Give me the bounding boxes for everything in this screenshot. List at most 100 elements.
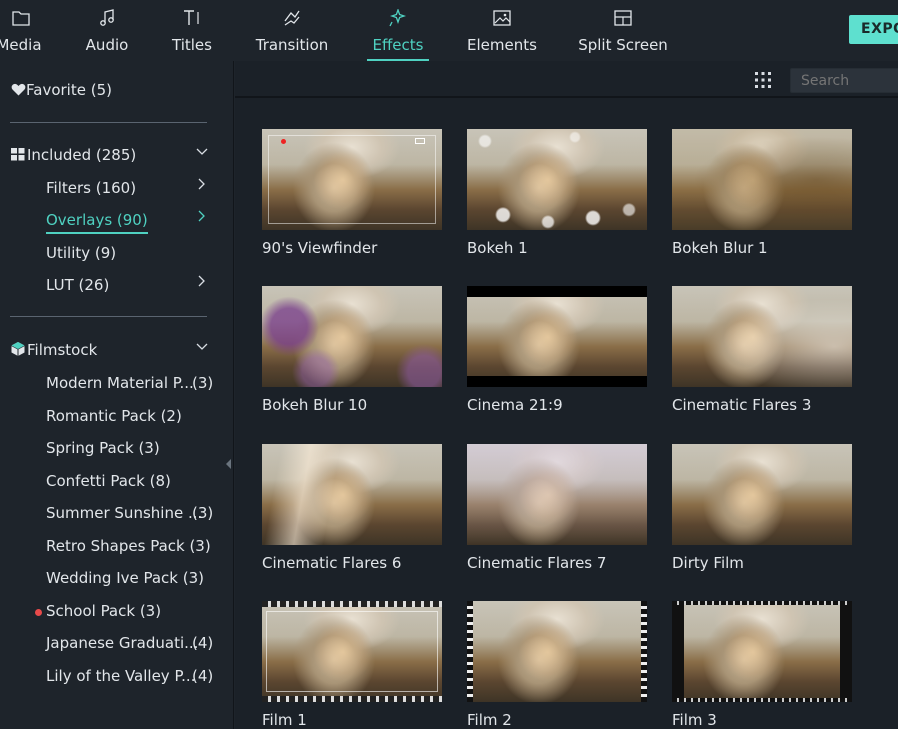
library-toolbar [235, 61, 898, 98]
tab-titles[interactable]: Titles [170, 0, 214, 61]
sidebar-item-favorite[interactable]: Favorite (5) [11, 81, 112, 100]
divider [10, 316, 207, 317]
heart-icon [11, 82, 26, 100]
sidebar-item-count: (3) [192, 374, 214, 392]
collapse-sidebar-handle[interactable] [225, 455, 233, 469]
folder-icon [12, 0, 30, 36]
sidebar-item-filmstock-pack[interactable]: School Pack (3) [35, 601, 226, 620]
sidebar-item-filmstock-pack[interactable]: Romantic Pack (2) [46, 407, 226, 425]
effect-overlay [467, 601, 647, 702]
effect-overlay [467, 129, 647, 230]
text-cursor-icon [182, 0, 202, 36]
effect-name: Cinematic Flares 6 [262, 554, 402, 572]
search-input[interactable] [790, 68, 898, 93]
chevron-right-icon[interactable] [196, 210, 208, 222]
sidebar-item-label: Lily of the Valley P... [46, 666, 196, 685]
effect-name: 90's Viewfinder [262, 239, 378, 257]
effect-thumbnail [467, 601, 647, 702]
chevron-right-icon[interactable] [196, 275, 208, 287]
sidebar-item-count: (3) [192, 504, 214, 522]
effect-card[interactable]: Cinematic Flares 6 [262, 444, 442, 572]
effect-overlay [467, 444, 647, 545]
sidebar-item-filmstock[interactable]: Filmstock [11, 341, 97, 360]
sidebar-item-label: Wedding Ive Pack (3) [46, 569, 204, 587]
effects-sparkle-icon [388, 0, 408, 36]
top-toolbar: Media Audio Titles Transition Effects El… [0, 0, 898, 61]
effect-name: Dirty Film [672, 554, 744, 572]
effect-overlay [262, 444, 442, 545]
grid-view-icon[interactable] [754, 71, 772, 89]
effect-name: Bokeh 1 [467, 239, 528, 257]
effects-library-panel: 90's Viewfinder Bokeh 1 Bokeh Blur 1 Bokeh … [235, 61, 898, 729]
tab-label: Titles [172, 36, 212, 54]
sidebar-item-count: (285) [95, 146, 137, 164]
effect-card[interactable]: Cinematic Flares 7 [467, 444, 647, 572]
sidebar-item-filters[interactable]: Filters (160) [46, 179, 136, 197]
tab-split-screen[interactable]: Split Screen [578, 0, 668, 61]
tab-label: Audio [85, 36, 129, 54]
effect-name: Cinematic Flares 3 [672, 396, 812, 414]
effect-thumbnail [467, 129, 647, 230]
tab-media[interactable]: Media [0, 0, 42, 61]
sidebar-item-label: LUT (26) [46, 276, 110, 294]
new-indicator-dot [35, 608, 42, 616]
effect-card[interactable]: Film 3 [672, 601, 852, 729]
effect-card[interactable]: Film 2 [467, 601, 647, 729]
sidebar-item-utility[interactable]: Utility (9) [46, 244, 116, 262]
tab-effects[interactable]: Effects [367, 0, 429, 61]
chevron-right-icon[interactable] [196, 178, 208, 190]
sidebar-item-label: Retro Shapes Pack (3) [46, 536, 211, 555]
effect-thumbnail [262, 444, 442, 545]
image-icon [493, 0, 511, 36]
effect-card[interactable]: Film 1 [262, 601, 442, 729]
tab-elements[interactable]: Elements [467, 0, 537, 61]
tab-transition[interactable]: Transition [256, 0, 328, 61]
effect-thumbnail [467, 444, 647, 545]
sidebar-item-lut[interactable]: LUT (26) [46, 276, 109, 294]
tab-label: Media [0, 36, 42, 54]
effect-overlay [672, 601, 852, 702]
tab-audio[interactable]: Audio [84, 0, 130, 61]
sidebar-item-filmstock-pack[interactable]: Confetti Pack (8) [46, 472, 226, 490]
effect-overlay [262, 286, 442, 387]
sidebar-item-filmstock-pack[interactable]: Modern Material P... (3) [46, 374, 226, 392]
effect-card[interactable]: 90's Viewfinder [262, 129, 442, 257]
sidebar-item-label: School Pack (3) [46, 601, 162, 620]
effect-card[interactable]: Cinema 21:9 [467, 286, 647, 414]
effect-name: Film 1 [262, 711, 307, 729]
sidebar-item-overlays[interactable]: Overlays (90) [46, 211, 148, 234]
sidebar-item-filmstock-pack[interactable]: Retro Shapes Pack (3) [46, 537, 226, 555]
effect-name: Cinematic Flares 7 [467, 554, 607, 572]
effect-thumbnail [262, 129, 442, 230]
effect-overlay [672, 444, 852, 545]
sidebar-item-filmstock-pack[interactable]: Japanese Graduati... (4) [46, 634, 226, 652]
tab-label: Transition [255, 36, 329, 54]
effects-category-sidebar: Favorite (5) Included (285) Filters (160… [0, 61, 234, 729]
effect-thumbnail [672, 601, 852, 702]
effect-card[interactable]: Bokeh Blur 1 [672, 129, 852, 257]
export-button[interactable]: EXPO [849, 15, 898, 44]
sidebar-item-label: Confetti Pack (8) [46, 471, 171, 490]
effect-thumbnail [467, 286, 647, 387]
sidebar-item-label: Included [27, 146, 92, 164]
sidebar-item-filmstock-pack[interactable]: Summer Sunshine ... (3) [46, 504, 226, 522]
sidebar-item-filmstock-pack[interactable]: Lily of the Valley P... (4) [46, 667, 226, 685]
effect-card[interactable]: Cinematic Flares 3 [672, 286, 852, 414]
sidebar-item-filmstock-pack[interactable]: Wedding Ive Pack (3) [46, 569, 226, 587]
sidebar-item-label: Filters (160) [46, 179, 137, 197]
chevron-down-icon[interactable] [196, 341, 208, 353]
effect-overlay [467, 286, 647, 387]
effect-card[interactable]: Bokeh Blur 10 [262, 286, 442, 414]
filmstock-cube-icon [11, 342, 25, 360]
effect-card[interactable]: Dirty Film [672, 444, 852, 572]
sidebar-item-label: Overlays (90) [46, 211, 148, 229]
effect-thumbnail [262, 286, 442, 387]
sidebar-item-included[interactable]: Included (285) [11, 146, 136, 165]
effect-card[interactable]: Bokeh 1 [467, 129, 647, 257]
chevron-down-icon[interactable] [196, 146, 208, 158]
effect-thumbnail [262, 601, 442, 702]
effect-name: Film 2 [467, 711, 512, 729]
sidebar-item-label: Summer Sunshine ... [46, 504, 203, 522]
sidebar-item-filmstock-pack[interactable]: Spring Pack (3) [46, 439, 226, 457]
sidebar-item-count: (4) [192, 666, 214, 685]
